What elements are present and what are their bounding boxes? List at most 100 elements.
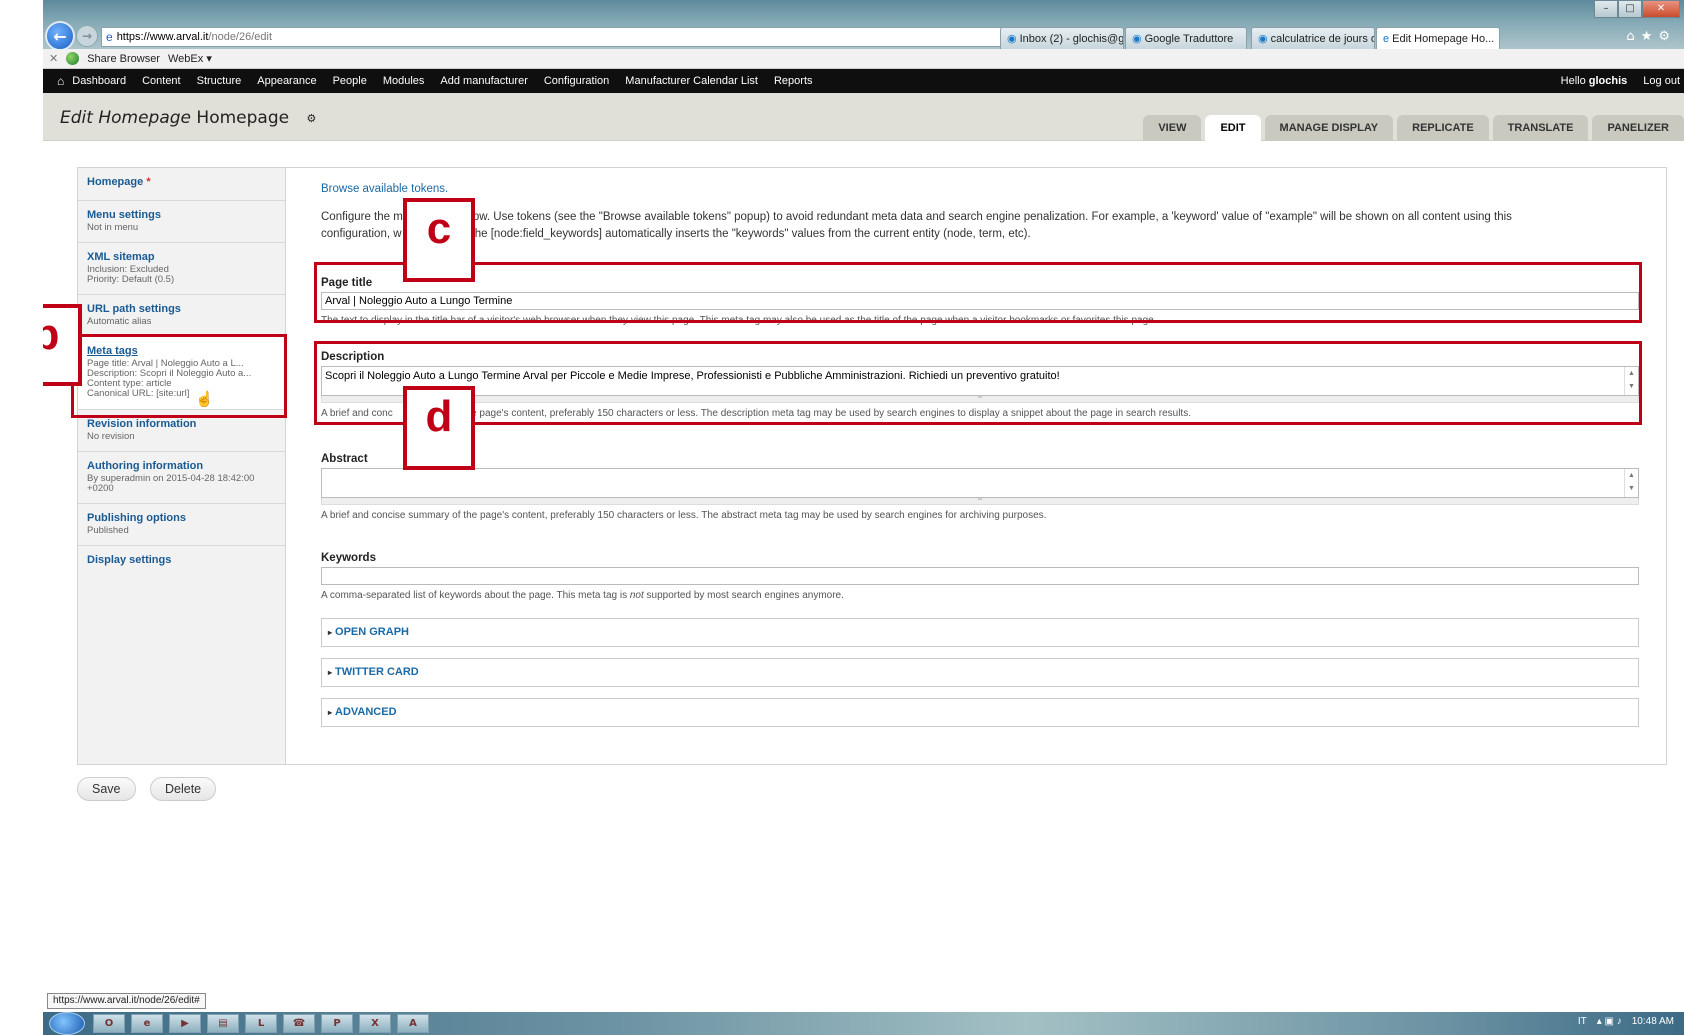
meta-tags-pane: Browse available tokens. Configure the m… — [321, 180, 1656, 727]
forward-button[interactable]: → — [76, 25, 98, 47]
intro-text: the [node:field_keywords] automatically … — [471, 228, 1031, 240]
vtab-display-settings[interactable]: Display settings — [78, 546, 285, 580]
system-tray: IT ▴ ▣ ♪ 10:48 AM — [1578, 1016, 1674, 1027]
vtab-label: Display settings — [87, 554, 172, 566]
star-icon[interactable]: ★ — [1641, 29, 1659, 44]
powerpoint-taskbar-icon[interactable]: P — [321, 1014, 353, 1033]
fieldset-legend: ADVANCED — [335, 706, 397, 718]
vtab-summary: Automatic alias — [87, 316, 152, 327]
delete-button[interactable]: Delete — [150, 777, 217, 801]
minimize-button[interactable]: – — [1594, 0, 1618, 18]
tab-label: Google Traduttore — [1144, 33, 1234, 45]
admin-menu-reports[interactable]: Reports — [774, 75, 813, 87]
twitter-card-fieldset[interactable]: ▸ TWITTER CARD — [321, 658, 1639, 687]
tab-manage-display[interactable]: MANAGE DISPLAY — [1264, 115, 1394, 141]
triangle-right-icon: ▸ — [328, 668, 333, 677]
vtab-authoring-information[interactable]: Authoring information By superadmin on 2… — [78, 452, 285, 504]
user-greeting[interactable]: Hello glochis — [1561, 75, 1628, 87]
textarea-scrollbar[interactable]: ▲ ▼ — [1624, 469, 1638, 497]
share-browser-button[interactable]: Share Browser — [87, 53, 160, 65]
home-icon[interactable]: ⌂ — [1626, 29, 1640, 44]
webex-menu[interactable]: WebEx ▾ — [168, 52, 212, 65]
browser-tab-translate[interactable]: ◉ Google Traduttore — [1125, 27, 1247, 49]
ie-taskbar-icon[interactable]: e — [131, 1014, 163, 1033]
contextual-gear-icon[interactable]: ⚙ — [306, 112, 316, 125]
admin-menu-dashboard[interactable]: Dashboard — [72, 75, 126, 87]
vtab-xml-sitemap[interactable]: XML sitemap Inclusion: Excluded Priority… — [78, 243, 285, 295]
keywords-input[interactable] — [321, 567, 1639, 585]
admin-menu-content[interactable]: Content — [142, 75, 181, 87]
keywords-help: A comma-separated list of keywords about… — [321, 590, 844, 601]
pdf-taskbar-icon[interactable]: A — [397, 1014, 429, 1033]
explorer-taskbar-icon[interactable]: ▤ — [207, 1014, 239, 1033]
admin-menu-manufacturer-calendar[interactable]: Manufacturer Calendar List — [625, 75, 758, 87]
browse-tokens-link[interactable]: Browse available tokens. — [321, 183, 1656, 195]
save-button[interactable]: Save — [77, 777, 136, 801]
home-icon[interactable]: ⌂ — [57, 74, 64, 88]
logout-link[interactable]: Log out — [1643, 75, 1680, 87]
tab-translate[interactable]: TRANSLATE — [1492, 115, 1589, 141]
close-window-button[interactable]: ✕ — [1642, 0, 1680, 18]
admin-menu-structure[interactable]: Structure — [197, 75, 242, 87]
url-path: /node/26/edit — [208, 31, 273, 43]
username: glochis — [1588, 75, 1628, 87]
abstract-label: Abstract — [321, 453, 368, 465]
close-tab-icon[interactable]: ✕ — [1497, 33, 1499, 45]
gear-icon[interactable]: ⚙ — [1658, 29, 1676, 44]
clock[interactable]: 10:48 AM — [1632, 1016, 1674, 1027]
tab-replicate[interactable]: REPLICATE — [1397, 115, 1489, 141]
vtab-summary: Published — [87, 525, 129, 536]
webex-toolbar: ✕ Share Browser WebEx ▾ — [43, 49, 1684, 69]
url-domain: www.arval.it — [149, 31, 209, 43]
window-controls: – □ ✕ — [1594, 0, 1680, 18]
admin-menu-modules[interactable]: Modules — [383, 75, 425, 87]
vtab-homepage[interactable]: Homepage * — [78, 168, 285, 201]
admin-menu-add-manufacturer[interactable]: Add manufacturer — [440, 75, 527, 87]
back-button[interactable]: ← — [45, 21, 75, 51]
vtab-publishing-options[interactable]: Publishing options Published — [78, 504, 285, 546]
start-button[interactable] — [49, 1012, 85, 1035]
vtab-url-path[interactable]: URL path settings Automatic alias — [78, 295, 285, 337]
tab-view[interactable]: VIEW — [1143, 115, 1202, 141]
triangle-right-icon: ▸ — [328, 708, 333, 717]
advanced-fieldset[interactable]: ▸ ADVANCED — [321, 698, 1639, 727]
excel-taskbar-icon[interactable]: X — [359, 1014, 391, 1033]
admin-menu-configuration[interactable]: Configuration — [544, 75, 609, 87]
browser-tab-inbox[interactable]: ◉ Inbox (2) - glochis@g... — [1000, 27, 1124, 49]
admin-menu-bar: ⌂ Dashboard Content Structure Appearance… — [43, 69, 1684, 93]
abstract-help: A brief and concise summary of the page'… — [321, 510, 1047, 521]
media-taskbar-icon[interactable]: ▶ — [169, 1014, 201, 1033]
app-taskbar-icon[interactable]: ☎ — [283, 1014, 315, 1033]
tab-panelizer[interactable]: PANELIZER — [1592, 115, 1684, 141]
tray-icons[interactable]: ▴ ▣ ♪ — [1597, 1016, 1622, 1027]
maximize-button[interactable]: □ — [1618, 0, 1642, 18]
annotation-box-d — [314, 341, 1642, 425]
page-title-action: Edit Homepage — [60, 108, 191, 128]
browser-tab-edit-homepage[interactable]: eEdit Homepage Ho... ✕ — [1376, 27, 1500, 49]
resize-grip[interactable]: ═ — [321, 497, 1639, 505]
vtab-summary: No revision — [87, 431, 135, 442]
admin-menu-appearance[interactable]: Appearance — [257, 75, 316, 87]
intro-text: configuration, w — [321, 228, 402, 240]
ie-page-icon: ◉ — [1132, 33, 1142, 45]
page-title: Edit Homepage Homepage ⚙ — [60, 108, 316, 128]
vtab-menu-settings[interactable]: Menu settings Not in menu — [78, 201, 285, 243]
close-toolbar-icon[interactable]: ✕ — [49, 52, 58, 65]
open-graph-fieldset[interactable]: ▸ OPEN GRAPH — [321, 618, 1639, 647]
lync-taskbar-icon[interactable]: L — [245, 1014, 277, 1033]
browser-tab-calculatrice[interactable]: ◉ calculatrice de jours o... — [1251, 27, 1375, 49]
outlook-taskbar-icon[interactable]: O — [93, 1014, 125, 1033]
admin-menu-people[interactable]: People — [333, 75, 367, 87]
page-title-node: Homepage — [196, 108, 290, 128]
keywords-field: Keywords A comma-separated list of keywo… — [321, 552, 1639, 601]
tab-label: calculatrice de jours o... — [1270, 33, 1375, 45]
language-indicator[interactable]: IT — [1578, 1016, 1587, 1027]
vtab-label: Menu settings — [87, 209, 161, 221]
annotation-box-b — [71, 334, 287, 418]
tab-edit[interactable]: EDIT — [1205, 115, 1261, 141]
meta-tags-intro: Configure the m ow. Use tokens (see the "… — [321, 209, 1656, 243]
abstract-textarea[interactable]: ▲ ▼ — [321, 468, 1639, 498]
vtab-summary: By superadmin on 2015-04-28 18:42:00 — [87, 473, 255, 484]
caret-down-icon: ▾ — [206, 53, 212, 65]
address-bar[interactable]: e https:// www.arval.it /node/26/edit ⚲ … — [101, 27, 1112, 47]
